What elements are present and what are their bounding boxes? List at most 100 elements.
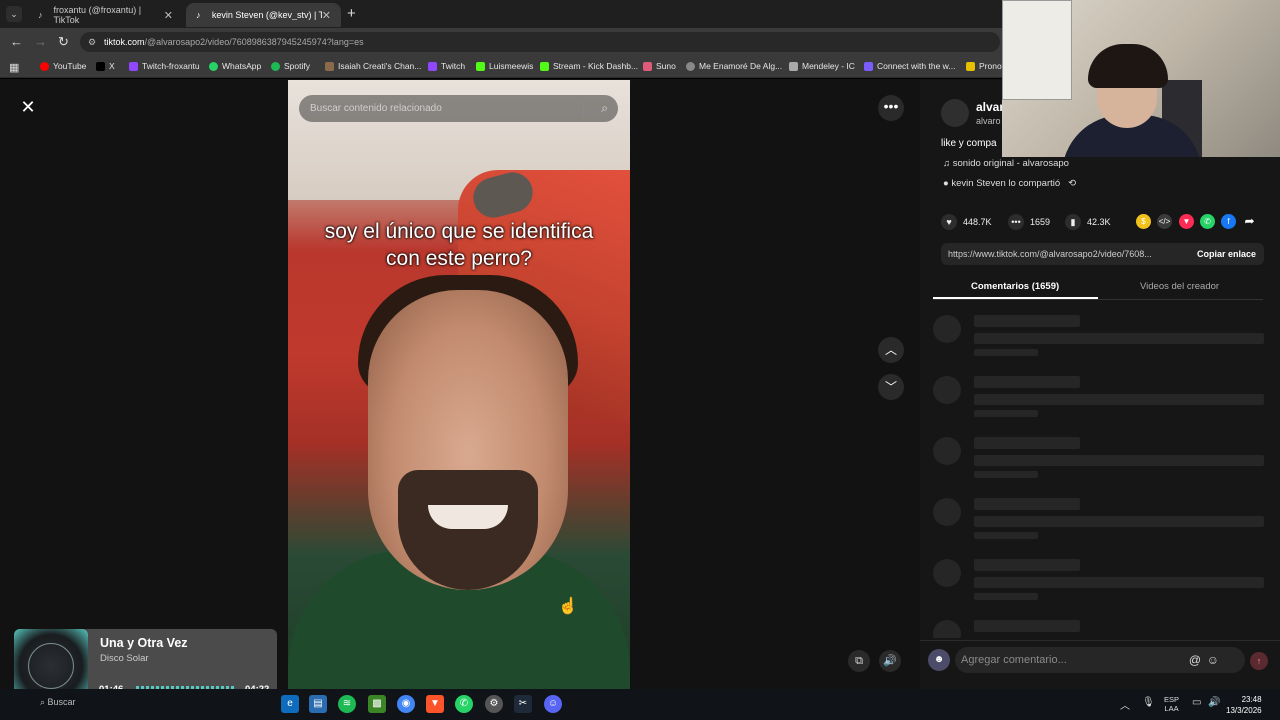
tab-froxantu[interactable]: ♪ froxantu (@froxantu) | TikTok ✕ (28, 3, 183, 27)
bookmark-prono[interactable]: Prono (966, 61, 1002, 71)
like-button[interactable]: ♥ 448.7K (941, 214, 992, 230)
bookmark-youtube[interactable]: YouTube (40, 61, 86, 71)
comment-skeleton (933, 315, 1264, 365)
sound-link[interactable]: ♫ sonido original - alvarosapo (943, 158, 1069, 169)
discord-icon[interactable]: ☺ (544, 695, 562, 713)
previous-video-icon[interactable]: ︿ (878, 337, 904, 363)
forward-icon[interactable]: → (34, 34, 47, 49)
caption-line-2: con este perro? (386, 247, 532, 270)
spotify-icon[interactable]: ≋ (338, 695, 356, 713)
bookmark-suno[interactable]: Suno (643, 61, 676, 71)
post-comment-icon[interactable]: ↑ (1250, 652, 1268, 670)
comment-skeleton (933, 437, 1264, 487)
taskbar-clock[interactable]: 23:48 13/3/2026 (1226, 694, 1262, 716)
bookmark-x[interactable]: X (96, 61, 115, 71)
webcam-poster (1002, 0, 1072, 100)
mendeley-icon (789, 61, 798, 71)
coin-icon[interactable]: $ (1136, 214, 1151, 229)
embed-icon[interactable]: </> (1157, 214, 1172, 229)
caption-line-1: soy el único que se identifica (324, 220, 594, 243)
page-icon (686, 61, 695, 71)
user-avatar: ☻ (928, 649, 950, 671)
bookmark-label: Stream - Kick Dashb... (553, 61, 639, 71)
more-options-icon[interactable]: ••• (878, 95, 904, 121)
network-icon[interactable]: ▭ (1192, 697, 1201, 708)
bookmark-mendeley[interactable]: Mendeley - IC (789, 61, 855, 71)
comment-button[interactable]: ••• 1659 (1008, 214, 1050, 230)
bookmark-label: WhatsApp (222, 61, 262, 71)
miniplayer-icon[interactable]: ⧉ (848, 650, 870, 672)
related-search-input[interactable]: Buscar contenido relacionado ⌕ (299, 95, 618, 122)
next-video-icon[interactable]: ﹀ (878, 374, 904, 400)
bookmark-label: X (109, 61, 115, 71)
share-arrow-icon[interactable]: ➦ (1242, 214, 1257, 229)
keyboard-language[interactable]: ESP LAA (1164, 695, 1179, 713)
capcut-icon[interactable]: ✂ (514, 695, 532, 713)
comment-input[interactable]: Agregar comentario... @ ☺ (955, 647, 1245, 673)
bookmark-luismeewis[interactable]: Luismeewis (476, 61, 533, 71)
bookmark-spotify[interactable]: Spotify (271, 61, 310, 71)
video-link-box[interactable]: https://www.tiktok.com/@alvarosapo2/vide… (941, 243, 1264, 265)
bookmark-isaiah[interactable]: Isaiah Creati's Chan... (325, 61, 421, 71)
whatsapp-icon (209, 61, 218, 71)
bookmark-connect[interactable]: Connect with the w... (864, 61, 955, 71)
channel-icon (325, 61, 334, 71)
reload-icon[interactable]: ↻ (58, 34, 69, 50)
creator-avatar[interactable] (941, 99, 969, 127)
new-tab-button[interactable]: + (347, 5, 356, 22)
back-icon[interactable]: ← (10, 34, 23, 49)
video-mouth (428, 505, 508, 529)
bookmark-kick-dashboard[interactable]: Stream - Kick Dashb... (540, 61, 638, 71)
brave-icon[interactable]: ▼ (426, 695, 444, 713)
bookmark-label: YouTube (53, 61, 87, 71)
tab-label: kevin Steven (@kev_stv) | TikTo (211, 10, 322, 20)
tab-search-button[interactable]: ⌄ (6, 6, 22, 22)
tab-creator-videos[interactable]: Videos del creador (1140, 281, 1219, 292)
close-tab-icon[interactable]: ✕ (164, 9, 173, 22)
bookmark-twitch-froxantu[interactable]: Twitch-froxantu (129, 61, 200, 71)
repost-icon: ⟲ (1068, 178, 1077, 189)
send-icon[interactable]: ▼ (1179, 214, 1194, 229)
bookmark-label: Isaiah Creati's Chan... (338, 61, 422, 71)
close-tab-icon[interactable]: ✕ (322, 9, 331, 22)
bookmark-twitch[interactable]: Twitch (428, 61, 465, 71)
close-video-icon[interactable]: ✕ (16, 95, 40, 119)
comment-skeleton (933, 620, 1263, 638)
prono-icon (966, 61, 975, 71)
edge-icon[interactable]: e (281, 695, 299, 713)
save-count: 42.3K (1087, 217, 1111, 227)
twitch-icon (129, 61, 138, 71)
save-button[interactable]: ▮ 42.3K (1065, 214, 1111, 230)
taskbar-search[interactable]: ⌕ Buscar (40, 697, 76, 708)
mention-icon[interactable]: @ (1189, 647, 1201, 673)
youtube-icon (40, 61, 49, 71)
whatsapp-icon[interactable]: ✆ (1200, 214, 1215, 229)
show-hidden-icons[interactable]: ︿ (1120, 697, 1130, 712)
url-field[interactable]: ⚙ tiktok.com/@alvarosapo2/video/76089863… (80, 32, 1000, 52)
bookmark-whatsapp[interactable]: WhatsApp (209, 61, 261, 71)
volume-icon[interactable]: 🔊 (879, 650, 901, 672)
copy-link-button[interactable]: Copiar enlace (1197, 243, 1256, 265)
shared-by-label: kevin Steven lo compartió (951, 178, 1061, 189)
speaker-icon[interactable]: 🔊 (1208, 697, 1220, 708)
settings-gear-icon[interactable]: ⚙ (485, 695, 503, 713)
site-info-icon[interactable]: ⚙ (88, 32, 96, 52)
search-icon[interactable]: ⌕ (601, 95, 608, 122)
creator-username[interactable]: alvar (976, 100, 1004, 114)
tab-kev-stv[interactable]: ♪ kevin Steven (@kev_stv) | TikTo ✕ (186, 3, 341, 27)
facebook-icon[interactable]: f (1221, 214, 1236, 229)
bookmark-label: Me Enamoré De Alg... (699, 61, 783, 71)
layout-code: LAA (1164, 704, 1179, 713)
emoji-icon[interactable]: ☺ (1207, 647, 1219, 673)
bookmark-label: Mendeley - IC (802, 61, 855, 71)
minecraft-icon[interactable]: ▩ (368, 695, 386, 713)
whatsapp-icon[interactable]: ✆ (455, 695, 473, 713)
apps-grid-icon[interactable]: ▦ (9, 61, 19, 74)
video-player[interactable] (288, 80, 630, 689)
microphone-icon[interactable]: 🎙 (1142, 697, 1155, 708)
bookmark-me-enamore[interactable]: Me Enamoré De Alg... (686, 61, 782, 71)
store-icon[interactable]: ▤ (309, 695, 327, 713)
chrome-icon[interactable]: ◉ (397, 695, 415, 713)
tab-comments[interactable]: Comentarios (1659) (971, 281, 1059, 292)
url-domain: tiktok.com (104, 37, 145, 47)
